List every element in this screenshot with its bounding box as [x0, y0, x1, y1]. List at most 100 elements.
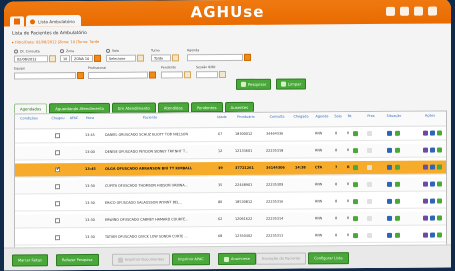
sala-radio[interactable]	[106, 48, 110, 53]
edit-icon[interactable]	[423, 147, 428, 153]
col-acoes[interactable]: Ações	[419, 114, 441, 118]
chegou-checkbox[interactable]	[55, 184, 60, 190]
zona-code-input[interactable]: 10	[60, 55, 70, 63]
pendente-dropdown-icon[interactable]	[184, 71, 191, 79]
sala-dropdown-icon[interactable]	[137, 54, 144, 62]
print-row-icon[interactable]	[437, 181, 442, 187]
pres-icon[interactable]	[367, 198, 372, 205]
col-rt[interactable]: Rt.	[345, 114, 355, 118]
user-icon[interactable]	[400, 6, 409, 16]
exam-icon[interactable]	[353, 233, 358, 239]
status-icon[interactable]	[395, 147, 400, 153]
table-row[interactable]: 13:45 DANIEL GRUSCADO SCHUZ ELIOTT TOB NI…	[15, 126, 446, 144]
sala-select[interactable]: Selecione	[106, 54, 136, 62]
chegou-checkbox[interactable]	[55, 235, 60, 241]
status-icon[interactable]	[395, 164, 400, 170]
sessao-select[interactable]	[196, 71, 218, 79]
chegou-checkbox[interactable]	[55, 201, 60, 207]
imprimir-apac-button[interactable]: Imprimir APAC	[172, 253, 210, 266]
turno-select[interactable]: Tarde	[151, 54, 171, 62]
tab-em-atendimento[interactable]: Em Atendimento	[112, 102, 156, 113]
filter-header[interactable]: ▸ Filtro/Data: 02/08/2012 |Zona: 10 |Tur…	[12, 40, 99, 45]
limpar-button[interactable]: Limpar	[276, 78, 307, 90]
col-afac[interactable]: AFAC	[67, 116, 81, 120]
col-condicoes[interactable]: Condições	[17, 116, 41, 120]
print-row-icon[interactable]	[437, 164, 442, 170]
chegou-checkbox[interactable]	[55, 218, 60, 224]
print-row-icon[interactable]	[437, 147, 442, 153]
pres-icon[interactable]	[367, 164, 372, 171]
status-icon[interactable]	[395, 198, 400, 204]
print-row-icon[interactable]	[437, 232, 442, 238]
exam-icon[interactable]	[353, 199, 358, 205]
status-icon[interactable]	[395, 215, 400, 221]
logout-icon[interactable]	[428, 6, 437, 16]
situation-icon[interactable]	[387, 215, 392, 221]
pesquisar-button[interactable]: Pesquisar	[236, 78, 272, 90]
table-row[interactable]: 13:45 OLGA OFUSCADO ARRANSON BIU TT KIMBA…	[15, 160, 446, 178]
tab-agendados[interactable]: Agendados	[14, 103, 48, 114]
table-row[interactable]: 13:30 CUPITA OFUSCADO THOMSON HIDSON URBI…	[15, 177, 446, 195]
edit-icon[interactable]	[423, 164, 428, 170]
col-idade[interactable]: Idade	[215, 115, 229, 119]
col-sala[interactable]: Sala	[333, 114, 343, 118]
view-icon[interactable]	[430, 232, 435, 238]
col-pres[interactable]: Pres	[365, 114, 377, 118]
col-paciente[interactable]: Paciente	[105, 115, 195, 120]
situation-icon[interactable]	[387, 198, 392, 204]
pres-icon[interactable]	[367, 147, 372, 154]
evolucao-paciente-button[interactable]: Evolução do Paciente	[256, 252, 307, 265]
print-row-icon[interactable]	[437, 215, 442, 221]
col-chegou[interactable]: Chegou	[51, 116, 65, 120]
zona-radio[interactable]	[60, 49, 64, 54]
profissional-input[interactable]	[88, 71, 148, 79]
situation-icon[interactable]	[387, 181, 392, 187]
col-agenda[interactable]: Agenda	[313, 114, 331, 118]
tab-atendidos[interactable]: Atendidos	[157, 102, 189, 113]
pres-icon[interactable]	[367, 232, 372, 239]
exam-icon[interactable]	[353, 148, 358, 154]
view-icon[interactable]	[430, 198, 435, 204]
marcar-faltas-button[interactable]: Marcar Faltas	[12, 254, 48, 267]
turno-dropdown-icon[interactable]	[172, 54, 179, 62]
exam-icon[interactable]	[353, 165, 358, 171]
table-row[interactable]: 13:00 DENISE OFUSCADO PEYDON SIDNEY TRP.N…	[15, 143, 446, 161]
table-row[interactable]: 13:30 ERICO OFUSCADO SALAOSSON WYNNT BEL.…	[15, 194, 446, 212]
col-prontuario[interactable]: Prontuário	[233, 115, 259, 119]
view-icon[interactable]	[430, 215, 435, 221]
situation-icon[interactable]	[387, 147, 392, 153]
status-icon[interactable]	[395, 232, 400, 238]
tab-ausentes[interactable]: Ausentes	[224, 101, 255, 113]
date-input[interactable]: 02/08/2012	[14, 55, 48, 63]
table-row[interactable]: 13:30 TATIAN OFUSCADO QUICK LOW SONDA CUR…	[15, 228, 446, 246]
calendar-icon[interactable]	[49, 55, 56, 63]
help-icon[interactable]	[414, 6, 423, 16]
tab-aguardando-atendimento[interactable]: Aguardando Atendimento	[49, 102, 111, 114]
situation-icon[interactable]	[387, 164, 392, 170]
configurar-lista-button[interactable]: Configurar Lista	[308, 252, 349, 265]
pres-icon[interactable]	[367, 130, 372, 137]
situation-icon[interactable]	[387, 232, 392, 238]
view-icon[interactable]	[430, 147, 435, 153]
print-row-icon[interactable]	[437, 198, 442, 204]
profissional-lookup-icon[interactable]	[149, 71, 156, 79]
col-situacao[interactable]: Situação	[383, 114, 405, 118]
close-tab-icon[interactable]	[30, 19, 35, 25]
exam-icon[interactable]	[353, 131, 358, 137]
date-radio[interactable]	[14, 49, 18, 54]
tab-pendentes[interactable]: Pendentes	[190, 102, 223, 113]
edit-icon[interactable]	[423, 181, 428, 187]
print-row-icon[interactable]	[437, 130, 442, 136]
pendente-select[interactable]	[161, 71, 183, 79]
agenda-input[interactable]	[187, 53, 243, 62]
exam-icon[interactable]	[353, 182, 358, 188]
edit-icon[interactable]	[423, 130, 428, 136]
imprimir-documentos-button[interactable]: Imprimir Documentos	[112, 253, 171, 266]
chegou-checkbox[interactable]	[55, 150, 60, 156]
table-row[interactable]: 13:30 ERWINO OFUSCADO CABNEY HAMARD COURT…	[15, 211, 446, 229]
edit-icon[interactable]	[423, 198, 428, 204]
col-hora[interactable]: Hora	[83, 116, 97, 120]
refazer-pesquisa-button[interactable]: Refazer Pesquisa	[56, 253, 99, 267]
col-consulta[interactable]: Consulta	[265, 115, 289, 119]
col-chegada[interactable]: Chegada	[291, 114, 311, 118]
